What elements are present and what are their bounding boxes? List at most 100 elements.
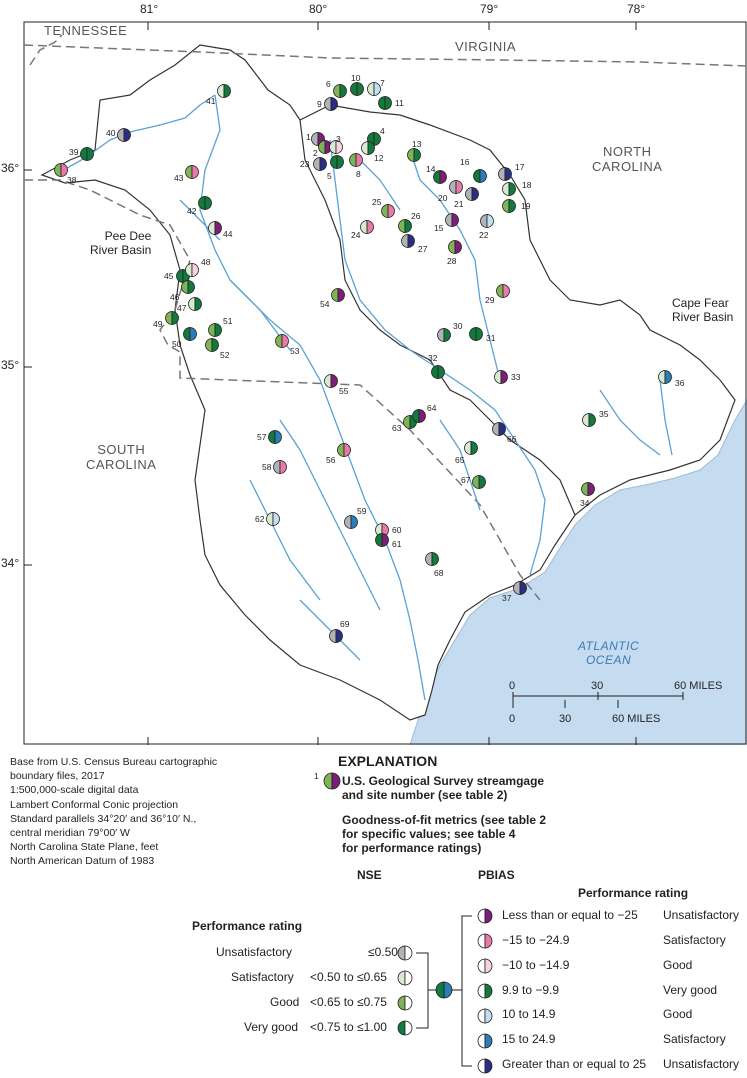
site-number-label: 9 [317,99,322,109]
lat-label-36: 36° [1,161,20,175]
lon-label-79: 79° [480,2,499,16]
pbias-legend-symbol--15_to_-24.9 [477,933,493,949]
site-number-label: 26 [411,211,421,221]
streamgage-site-10[interactable]: 10 [350,73,364,96]
ocean-line2: OCEAN [585,652,632,667]
state-boundary-va [23,44,747,67]
site-number-label: 20 [438,193,448,203]
source-line: North Carolina State Plane, feet [10,841,159,854]
pbias-half [339,84,347,98]
streamgage-site-7[interactable]: 7 [367,78,386,96]
lon-label-78: 78° [627,2,646,16]
cape-fear-basin-label: Cape Fear River Basin [672,296,733,325]
site-number-label: 40 [106,128,116,138]
nse-half [350,82,358,96]
site-number-label: 60 [392,525,402,535]
site-number-label: 58 [262,462,272,472]
metrics-label: Goodness-of-fit metrics (see table 2 for… [342,813,546,855]
metrics-line2: for specific values; see table 4 [342,826,516,841]
state-label-tennessee: TENNESSEE [44,23,128,38]
state-label-carolina-2: CAROLINA [86,456,157,472]
source-line: North American Datum of 1983 [10,855,155,868]
site-number-label: 11 [395,98,404,108]
site-number-label: 24 [351,230,361,240]
pbias-header: PBIAS [478,868,515,882]
site-number-label: 30 [453,321,463,331]
nse-half [165,311,173,325]
site-number-label: 54 [320,299,330,309]
scale-mi-30: 30 [591,680,604,692]
scale-km-0: 0 [509,713,516,725]
streamgage-line2: and site number (see table 2) [342,787,508,802]
lon-label-80: 80° [309,2,328,16]
site-number-label: 57 [257,432,267,442]
site-number-label: 46 [170,292,180,302]
nse-half [176,269,184,283]
pbias-legend-symbol--10_to_-14.9 [477,958,493,974]
nse-header: NSE [357,868,382,882]
site-number-label: 1 [306,132,311,142]
site-number-label: 47 [177,303,187,313]
source-line: Base from U.S. Census Bureau cartographi… [10,756,218,768]
site-number-label: 52 [220,350,230,360]
site-number-label: 17 [515,162,525,172]
streamgage-site-9[interactable]: 9 [317,97,338,111]
site-number-label: 56 [326,455,336,465]
ocean-label: ATLANTIC OCEAN [578,639,640,668]
pbias-legend-symbol-15_to_24.9 [477,1033,493,1049]
pbias-legend-symbol-le_-25 [477,908,493,924]
site-number-label: 22 [479,230,489,240]
streamgage-site-11[interactable]: 11 [378,96,405,110]
site-number-label: 69 [340,619,350,629]
source-line: central meridian 79°00′ W [10,826,130,839]
pbias-legend-symbol-ge_25 [477,1058,493,1074]
pbias-bracket [452,915,472,1067]
nse-half [378,96,386,110]
site-number-label: 2 [313,148,318,158]
site-number-label: 44 [223,229,233,239]
nse-half [367,82,375,96]
site-number-label: 6 [326,79,331,89]
site-number-label: 15 [434,223,444,233]
site-number-label: 61 [392,539,402,549]
streamgage-line1: U.S. Geological Survey streamgage [342,774,545,788]
streamgage-site-49[interactable]: 49 [153,311,179,330]
pee-dee-line2: River Basin [90,242,152,257]
pbias-legend-symbol-10_to_14.9 [477,1008,493,1024]
ocean-line1: ATLANTIC [578,639,640,653]
lat-label-34: 34° [1,556,20,570]
site-number-label: 37 [502,593,512,603]
site-number-label: 25 [372,197,382,207]
pee-dee-basin-label: Pee Dee River Basin [90,229,152,258]
source-line: boundary files, 2017 [10,770,105,783]
nse-legend-symbol-good [397,995,413,1011]
site-number-label: 14 [426,164,436,174]
site-number-label: 4 [380,126,385,136]
state-boundary-tn [29,34,63,66]
combined-symbol [435,981,453,999]
pee-dee-line1: Pee Dee [104,229,152,243]
site-number-label: 43 [174,173,184,183]
site-number-label: 3 [336,134,341,144]
site-number-label: 41 [206,96,216,106]
scale-mi-60: 60 MILES [674,680,723,692]
site-number-label: 62 [255,514,265,524]
site-number-label: 39 [69,147,79,157]
metrics-line3: for performance ratings) [342,840,482,855]
site-number-label: 16 [460,157,470,167]
site-number-label: 50 [172,339,182,349]
legend-symbols [397,908,493,1074]
state-label-south: SOUTH [97,442,146,457]
streamgage-site-6[interactable]: 6 [326,79,347,98]
site-number-label: 55 [339,386,349,396]
site-number-label: 19 [521,201,531,211]
site-number-label: 10 [351,73,361,83]
site-number-label: 31 [486,333,496,343]
sample-site-symbol: 1 [314,771,341,790]
pbias-legend-symbol-9.9_to_-9.9 [477,983,493,999]
site-number-label: 38 [67,175,77,185]
site-number-label: 33 [511,372,521,382]
site-number-label: 45 [164,271,174,281]
site-number-label: 35 [599,409,609,419]
site-number-label: 63 [392,423,402,433]
